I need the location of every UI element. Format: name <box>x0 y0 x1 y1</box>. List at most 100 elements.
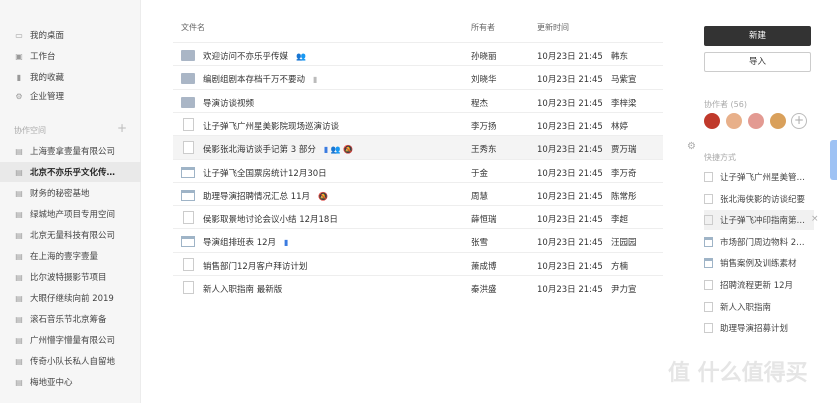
file-tag-icons: 👥 <box>296 52 306 61</box>
avatar[interactable] <box>770 113 786 129</box>
shortcut-label: 助理导演招募计划 <box>720 324 789 335</box>
document-icon <box>704 193 713 204</box>
sidebar-space-item[interactable]: ▤ 梅地亚中心 <box>0 372 141 392</box>
file-time: 10月23日 21:45 <box>537 261 603 272</box>
file-time: 10月23日 21:45 <box>537 168 603 179</box>
sidebar-space-item[interactable]: ▤ 财务的秘密基地 <box>0 183 141 203</box>
file-name: 侯影张北海访谈手记第 3 部分 <box>203 145 316 156</box>
import-button[interactable]: 导入 <box>704 52 811 72</box>
avatar[interactable] <box>704 113 720 129</box>
file-editor: 马紫宣 <box>611 75 637 86</box>
table-row[interactable]: 侯影张北海访谈手记第 3 部分 ▮ 👥 🔕 王秀东 10月23日 21:45 贾万瑞 ⚙ <box>173 135 696 160</box>
shortcut-item[interactable]: 招聘流程更新 12月 <box>704 275 814 295</box>
document-icon <box>704 215 713 226</box>
sidebar: ▭ 我的桌面 ▣ 工作台 ▮ 我的收藏 ⚙ 企业管理 协作空间 + ▤ 上海壹拿壹量有限公… <box>0 0 141 403</box>
file-name: 让子弹飞全国票房统计12月30日 <box>203 168 327 179</box>
workbench-icon: ▣ <box>15 51 23 61</box>
shortcut-label: 招聘流程更新 12月 <box>720 281 794 291</box>
column-header-owner[interactable]: 所有者 <box>471 22 495 33</box>
sidebar-item-desktop[interactable]: ▭ 我的桌面 <box>0 25 141 45</box>
file-tag-icons: 🔕 <box>318 191 328 201</box>
shortcut-item[interactable]: 新人入职指南 <box>704 297 814 317</box>
file-editor: 尹力宣 <box>611 285 637 295</box>
space-icon: ▤ <box>15 335 23 345</box>
sidebar-item-workbench[interactable]: ▣ 工作台 <box>0 46 141 66</box>
sidebar-space-item[interactable]: ▤ 上海壹拿壹量有限公司 <box>0 141 141 161</box>
table-row[interactable]: 编剧组剧本存档千万不要动 ▮ 刘晓华 10月23日 21:45 马紫宣 <box>173 65 663 89</box>
table-row[interactable]: 让子弹飞广州星美影院现场巡演访谈 李万扬 10月23日 21:45 林婷 <box>173 111 663 136</box>
close-icon[interactable]: × <box>811 214 819 224</box>
table-row[interactable]: 让子弹飞全国票房统计12月30日 于金 10月23日 21:45 李万奇 <box>173 158 663 183</box>
table-row[interactable]: 助理导演招聘情况汇总 11月 🔕 周慧 10月23日 21:45 陈常彤 <box>173 181 663 206</box>
table-row[interactable]: 欢迎访问不亦乐乎传媒 👥 孙晓丽 10月23日 21:45 韩东 <box>173 42 663 66</box>
side-scroll-tab[interactable] <box>830 140 837 180</box>
shortcuts-title: 快捷方式 <box>704 153 736 162</box>
file-editor: 方楠 <box>611 261 629 272</box>
shortcut-item[interactable]: 助理导演招募计划 <box>704 318 814 338</box>
shortcut-label: 让子弹飞冲印指南第… <box>720 216 806 227</box>
folder-icon <box>181 50 195 61</box>
sidebar-space-item[interactable]: ▤ 比尔波特摄影节项目 <box>0 267 141 287</box>
shortcut-item[interactable]: 让子弹飞冲印指南第… <box>704 210 814 231</box>
sidebar-item-label: 绿城地产项目专用空间 <box>30 210 116 220</box>
add-collaborator-icon[interactable]: + <box>791 113 807 129</box>
sidebar-item-enterprise[interactable]: ⚙ 企业管理 <box>0 86 141 106</box>
file-editor: 韩东 <box>611 52 629 62</box>
file-owner: 薛恒瑞 <box>471 215 497 226</box>
file-owner: 王秀东 <box>471 145 497 156</box>
file-editor: 李梓梁 <box>611 98 637 109</box>
gear-icon: ⚙ <box>15 91 23 101</box>
file-list-panel: 文件名 所有者 更新时间 欢迎访问不亦乐乎传媒 👥 孙晓丽 10月23日 21:45 韩… <box>141 0 696 403</box>
sidebar-space-item[interactable]: ▤ 北京无量科技有限公司 <box>0 225 141 245</box>
sidebar-item-label: 我的桌面 <box>30 31 65 41</box>
shortcut-item[interactable]: 市场部门周边物料 2… <box>704 232 814 252</box>
document-icon <box>183 141 194 155</box>
sidebar-space-item[interactable]: ▤ 北京不亦乐乎文化传… <box>0 162 141 182</box>
sidebar-space-item[interactable]: ▤ 传奇小队长私人自留地 <box>0 351 141 371</box>
shortcut-item[interactable]: 销售案例及训练素材 <box>704 253 814 273</box>
table-row[interactable]: 侯影取景地讨论会议小结 12月18日 薛恒瑞 10月23日 21:45 李超 <box>173 205 663 229</box>
app-window: ▭ 我的桌面 ▣ 工作台 ▮ 我的收藏 ⚙ 企业管理 协作空间 + ▤ 上海壹拿壹量有限公… <box>0 0 837 403</box>
table-row[interactable]: 导演访谈视频 程杰 10月23日 21:45 李梓梁 <box>173 88 663 113</box>
table-row[interactable]: 销售部门12月客户拜访计划 萧成博 10月23日 21:45 方楠 <box>173 251 663 276</box>
file-time: 10月23日 21:45 <box>537 52 603 62</box>
watermark: 值 什么值得买 <box>668 361 808 386</box>
space-icon: ▤ <box>15 377 23 387</box>
sidebar-item-label: 工作台 <box>30 52 56 62</box>
file-tag-icons: ▮ 👥 🔕 <box>323 145 354 155</box>
file-time: 10月23日 21:45 <box>537 238 603 249</box>
new-button[interactable]: 新建 <box>704 26 811 46</box>
file-time: 10月23日 21:45 <box>537 121 603 132</box>
sidebar-item-label: 比尔波特摄影节项目 <box>30 273 107 283</box>
sidebar-item-favorites[interactable]: ▮ 我的收藏 <box>0 67 141 87</box>
sidebar-space-item[interactable]: ▤ 广州懵字懵量有限公司 <box>0 330 141 350</box>
sidebar-space-item[interactable]: ▤ 大眼仔继续向前 2019 <box>0 288 141 308</box>
space-icon: ▤ <box>15 356 23 366</box>
column-header-time[interactable]: 更新时间 <box>537 22 569 33</box>
shortcut-item[interactable]: 让子弹飞广州星美管… <box>704 167 814 187</box>
file-tag-icons: ▮ <box>284 238 289 248</box>
sidebar-space-item[interactable]: ▤ 绿城地产项目专用空间 <box>0 204 141 224</box>
shortcut-label: 张北海侠影的访谈纪要 <box>720 194 806 205</box>
file-name: 编剧组剧本存档千万不要动 <box>203 75 306 86</box>
file-editor: 李超 <box>611 215 629 226</box>
file-name: 让子弹飞广州星美影院现场巡演访谈 <box>203 121 340 132</box>
table-row[interactable]: 导演组排班表 12月 ▮ 张雪 10月23日 21:45 汪园园 <box>173 228 663 252</box>
shortcut-label: 新人入职指南 <box>720 302 772 313</box>
shortcut-label: 市场部门周边物料 2… <box>720 237 805 248</box>
avatar[interactable] <box>726 113 742 129</box>
file-name: 销售部门12月客户拜访计划 <box>203 261 308 272</box>
right-panel: 新建 导入 协作者 (56) + 快捷方式 让子弹飞广州星美管… 张北海侠影的访谈… <box>677 0 837 403</box>
avatar[interactable] <box>748 113 764 129</box>
collaborators-title: 协作者 (56) <box>704 100 747 109</box>
file-owner: 秦洪盛 <box>471 285 497 295</box>
shortcut-item[interactable]: 张北海侠影的访谈纪要 <box>704 189 814 209</box>
space-icon: ▤ <box>15 209 23 219</box>
sidebar-space-item[interactable]: ▤ 滚石音乐节北京筹备 <box>0 309 141 329</box>
sidebar-space-item[interactable]: ▤ 在上海的壹字壹量 <box>0 246 141 266</box>
shortcut-label: 让子弹飞广州星美管… <box>720 173 806 183</box>
table-row[interactable]: 新人入职指南 最新版 秦洪盛 10月23日 21:45 尹力宣 <box>173 275 663 299</box>
column-header-name[interactable]: 文件名 <box>181 22 205 33</box>
space-icon: ▤ <box>15 188 23 198</box>
add-space-icon[interactable]: + <box>117 121 127 135</box>
